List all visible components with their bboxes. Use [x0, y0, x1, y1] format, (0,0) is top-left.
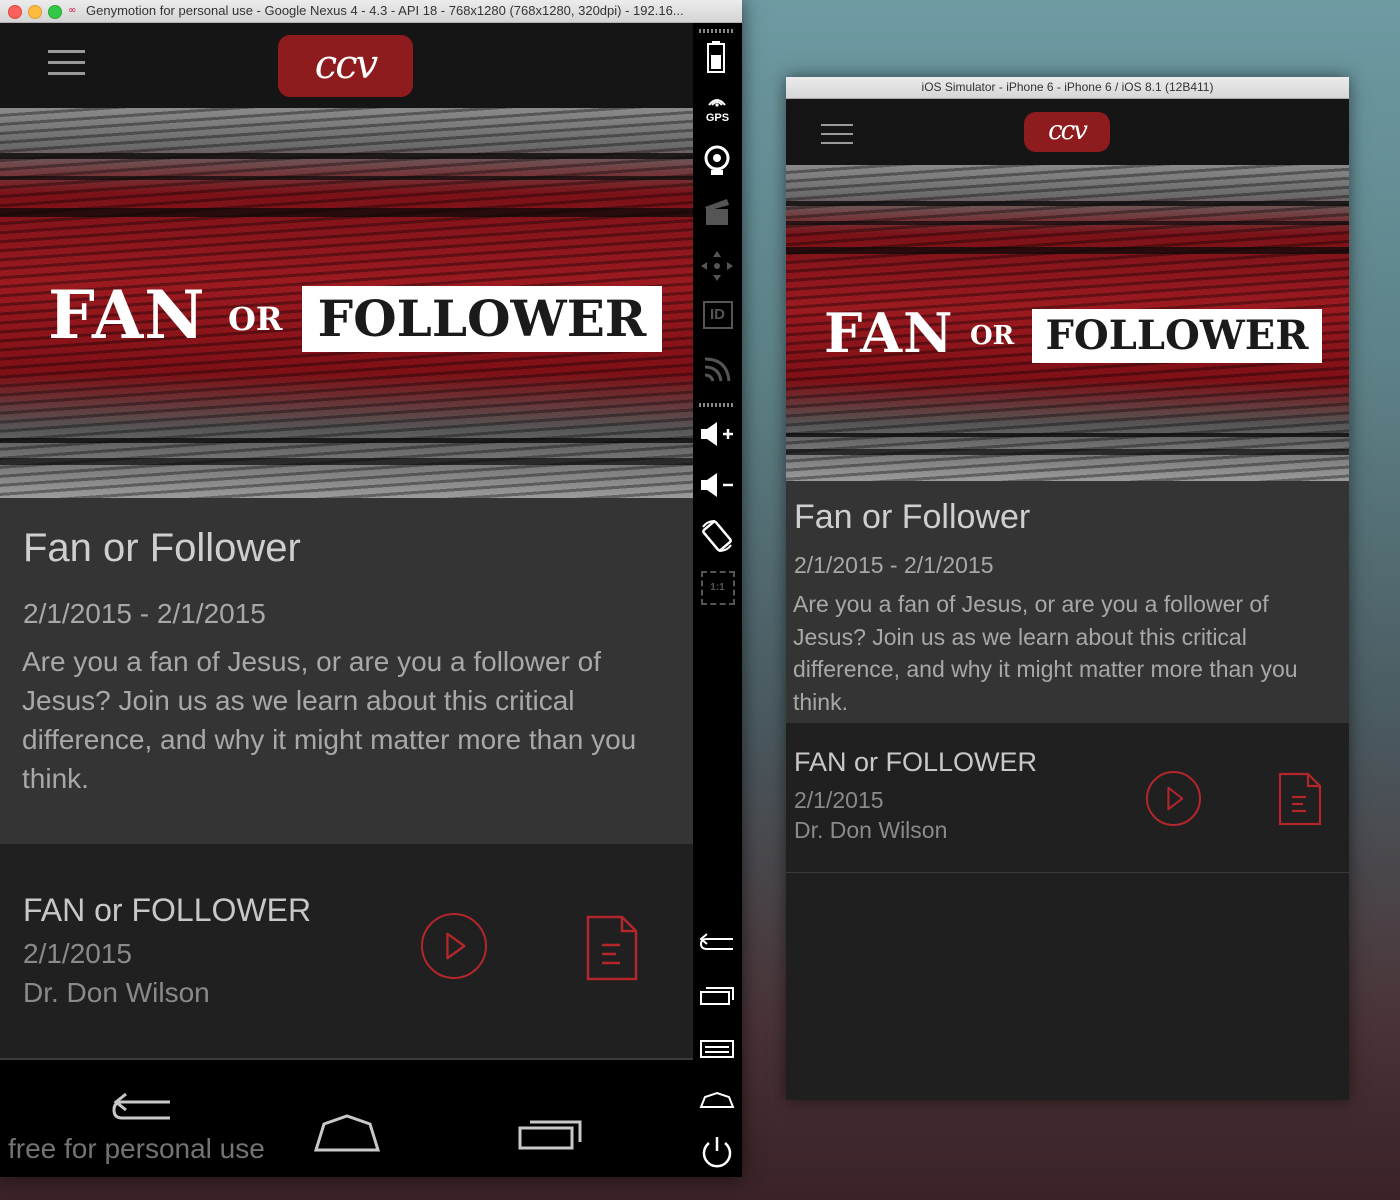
genymotion-titlebar[interactable]: ∞ Genymotion for personal use - Google N… — [0, 0, 742, 23]
genymotion-window: ∞ Genymotion for personal use - Google N… — [0, 0, 742, 1177]
hamburger-menu-icon[interactable] — [48, 50, 85, 76]
series-title: Fan or Follower — [23, 526, 301, 570]
series-banner-image: FAN OR FOLLOWER — [0, 108, 693, 498]
menu-icon[interactable] — [693, 1037, 742, 1059]
minimize-window-button[interactable] — [28, 5, 42, 19]
banner-fan-text: FAN — [48, 276, 206, 354]
device-id-icon[interactable]: ID — [693, 301, 742, 329]
message-title: FAN or FOLLOWER — [23, 892, 312, 928]
gps-icon[interactable]: GPS — [693, 93, 742, 124]
volume-up-icon[interactable] — [693, 419, 742, 449]
app-header: ccv — [786, 99, 1349, 165]
pixel-perfect-label: 1:1 — [700, 571, 735, 605]
series-description: Are you a fan of Jesus, or are you a fol… — [793, 591, 1298, 715]
series-title: Fan or Follower — [794, 498, 1031, 536]
notes-document-icon[interactable] — [1278, 772, 1322, 826]
android-screen: ccv FAN OR FOLLOWER Fan or Follower 2/1/… — [0, 23, 693, 1177]
ccv-logo[interactable]: ccv — [278, 35, 413, 97]
banner-follower-text: FOLLOWER — [1032, 309, 1322, 363]
notes-document-icon[interactable] — [586, 915, 638, 981]
rotate-icon[interactable] — [693, 519, 742, 553]
message-title: FAN or FOLLOWER — [794, 747, 1038, 777]
series-date-range: 2/1/2015 - 2/1/2015 — [23, 598, 266, 629]
battery-icon[interactable] — [693, 41, 742, 73]
webcam-icon[interactable] — [693, 145, 742, 177]
message-date: 2/1/2015 — [794, 787, 884, 813]
message-list-item[interactable]: FAN or FOLLOWER 2/1/2015 Dr. Don Wilson — [0, 844, 693, 1058]
banner-fan-text: FAN — [824, 301, 954, 365]
ios-simulator-window: iOS Simulator - iPhone 6 - iPhone 6 / iO… — [786, 77, 1349, 1100]
message-speaker: Dr. Don Wilson — [794, 817, 948, 843]
list-divider — [786, 872, 1349, 873]
app-header: ccv — [0, 23, 693, 108]
play-icon[interactable] — [1146, 771, 1201, 826]
ios-simulator-titlebar[interactable]: iOS Simulator - iPhone 6 - iPhone 6 / iO… — [786, 77, 1349, 99]
device-id-label: ID — [702, 301, 733, 329]
play-icon[interactable] — [421, 913, 487, 979]
banner-or-text: OR — [228, 300, 283, 338]
series-date-range: 2/1/2015 - 2/1/2015 — [794, 552, 994, 578]
pixel-perfect-icon[interactable]: 1:1 — [693, 571, 742, 605]
series-banner-image: FAN OR FOLLOWER — [786, 165, 1349, 481]
android-back-icon[interactable] — [112, 1088, 176, 1128]
genymotion-toolbar: GPS ID 1:1 — [693, 23, 742, 1177]
message-date: 2/1/2015 — [23, 938, 132, 969]
ccv-logo[interactable]: ccv — [1024, 112, 1110, 152]
power-icon[interactable] — [693, 1133, 742, 1169]
close-window-button[interactable] — [8, 5, 22, 19]
free-for-personal-use-watermark: free for personal use — [8, 1133, 265, 1164]
genymotion-logo-icon: ∞ — [68, 5, 77, 16]
banner-follower-text: FOLLOWER — [302, 286, 662, 352]
message-speaker: Dr. Don Wilson — [23, 977, 210, 1008]
clapper-icon[interactable] — [693, 197, 742, 227]
android-home-icon[interactable] — [312, 1114, 382, 1154]
banner-or-text: OR — [970, 321, 1015, 351]
home-icon[interactable] — [693, 1089, 742, 1111]
zoom-window-button[interactable] — [48, 5, 62, 19]
gps-label: GPS — [705, 112, 730, 124]
series-info-panel: Fan or Follower 2/1/2015 - 2/1/2015 Are … — [0, 498, 693, 844]
android-recent-apps-icon[interactable] — [518, 1116, 584, 1152]
back-icon[interactable] — [693, 931, 742, 957]
genymotion-window-title: Genymotion for personal use - Google Nex… — [86, 3, 684, 18]
network-icon[interactable] — [693, 353, 742, 383]
android-navigation-bar: free for personal use — [0, 1060, 693, 1177]
series-description: Are you a fan of Jesus, or are you a fol… — [22, 646, 637, 794]
hamburger-menu-icon[interactable] — [821, 124, 853, 144]
volume-down-icon[interactable] — [693, 470, 742, 500]
ios-simulator-window-title: iOS Simulator - iPhone 6 - iPhone 6 / iO… — [921, 80, 1214, 94]
dpad-icon[interactable] — [693, 249, 742, 283]
series-info-panel: Fan or Follower 2/1/2015 - 2/1/2015 Are … — [786, 481, 1349, 723]
message-list-item[interactable]: FAN or FOLLOWER 2/1/2015 Dr. Don Wilson — [786, 723, 1349, 872]
recent-apps-icon[interactable] — [693, 985, 742, 1007]
